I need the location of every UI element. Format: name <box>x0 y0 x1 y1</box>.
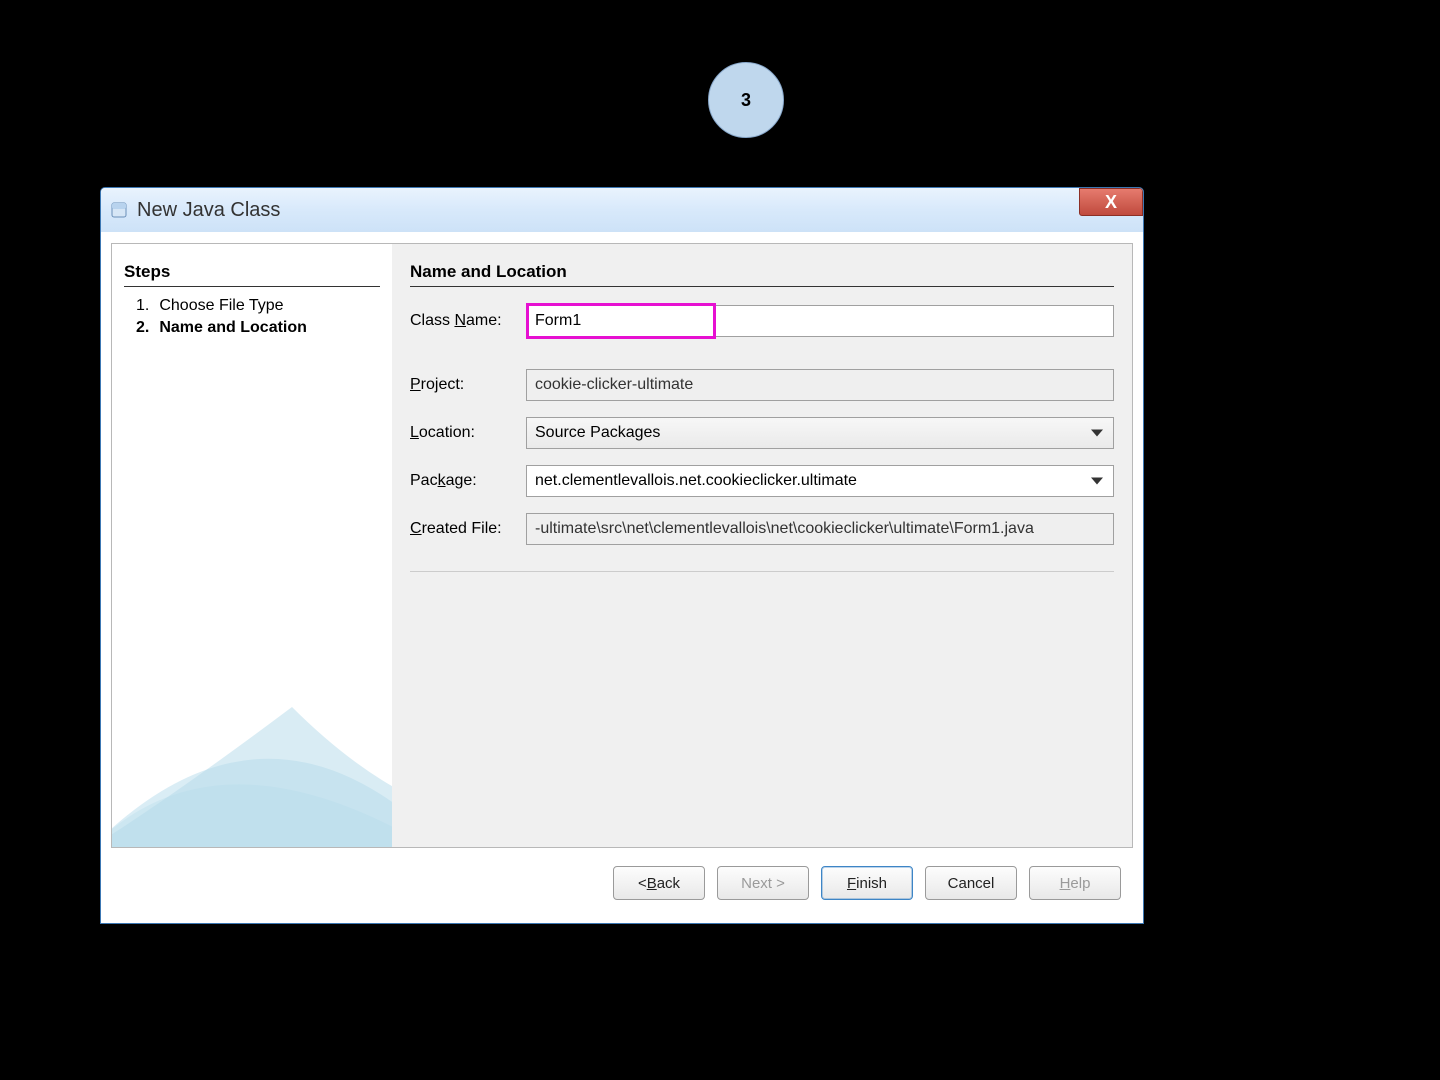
chevron-down-icon <box>1091 430 1103 437</box>
next-button: Next > <box>717 866 809 900</box>
wizard-dialog: New Java Class X Steps 1. Choose File Ty… <box>100 187 1144 924</box>
location-value: Source Packages <box>535 424 660 442</box>
package-value: net.clementlevallois.net.cookieclicker.u… <box>535 472 857 490</box>
cancel-button[interactable]: Cancel <box>925 866 1017 900</box>
steps-heading: Steps <box>124 262 380 287</box>
main-panel: Name and Location Class Name: Project: c… <box>392 244 1132 847</box>
project-field: cookie-clicker-ultimate <box>526 369 1114 401</box>
step-number: 1. <box>136 297 149 315</box>
titlebar[interactable]: New Java Class X <box>101 188 1143 232</box>
package-combobox[interactable]: net.clementlevallois.net.cookieclicker.u… <box>526 465 1114 497</box>
sidebar-decoration <box>112 647 392 847</box>
steps-list: 1. Choose File Type 2. Name and Location <box>124 297 380 337</box>
project-row: Project: cookie-clicker-ultimate <box>410 369 1114 401</box>
help-button[interactable]: Help <box>1029 866 1121 900</box>
app-icon <box>109 200 129 220</box>
project-label: Project: <box>410 376 518 394</box>
divider <box>410 571 1114 572</box>
step-label: Choose File Type <box>159 297 283 315</box>
panel-heading: Name and Location <box>410 262 1114 287</box>
step-number: 2. <box>136 319 149 337</box>
callout-circle: 3 <box>708 62 784 138</box>
steps-sidebar: Steps 1. Choose File Type 2. Name and Lo… <box>112 244 392 847</box>
chevron-down-icon <box>1091 478 1103 485</box>
step-row-current: 2. Name and Location <box>136 319 380 337</box>
created-file-row: Created File: -ultimate\src\net\clementl… <box>410 513 1114 545</box>
location-row: Location: Source Packages <box>410 417 1114 449</box>
package-row: Package: net.clementlevallois.net.cookie… <box>410 465 1114 497</box>
window-title: New Java Class <box>137 199 280 222</box>
back-button[interactable]: < Back <box>613 866 705 900</box>
finish-button[interactable]: Finish <box>821 866 913 900</box>
package-label: Package: <box>410 472 518 490</box>
button-bar: < Back Next > Finish Cancel Help <box>111 861 1133 905</box>
dialog-body: Steps 1. Choose File Type 2. Name and Lo… <box>111 243 1133 848</box>
location-combobox[interactable]: Source Packages <box>526 417 1114 449</box>
created-file-field: -ultimate\src\net\clementlevallois\net\c… <box>526 513 1114 545</box>
location-label: Location: <box>410 424 518 442</box>
close-button[interactable]: X <box>1079 188 1143 216</box>
class-name-row: Class Name: <box>410 305 1114 337</box>
close-icon: X <box>1105 192 1117 213</box>
created-file-label: Created File: <box>410 520 518 538</box>
class-name-label: Class Name: <box>410 312 518 330</box>
step-label: Name and Location <box>159 319 307 337</box>
step-row: 1. Choose File Type <box>136 297 380 315</box>
class-name-input[interactable] <box>526 305 1114 337</box>
callout-number: 3 <box>741 90 751 111</box>
